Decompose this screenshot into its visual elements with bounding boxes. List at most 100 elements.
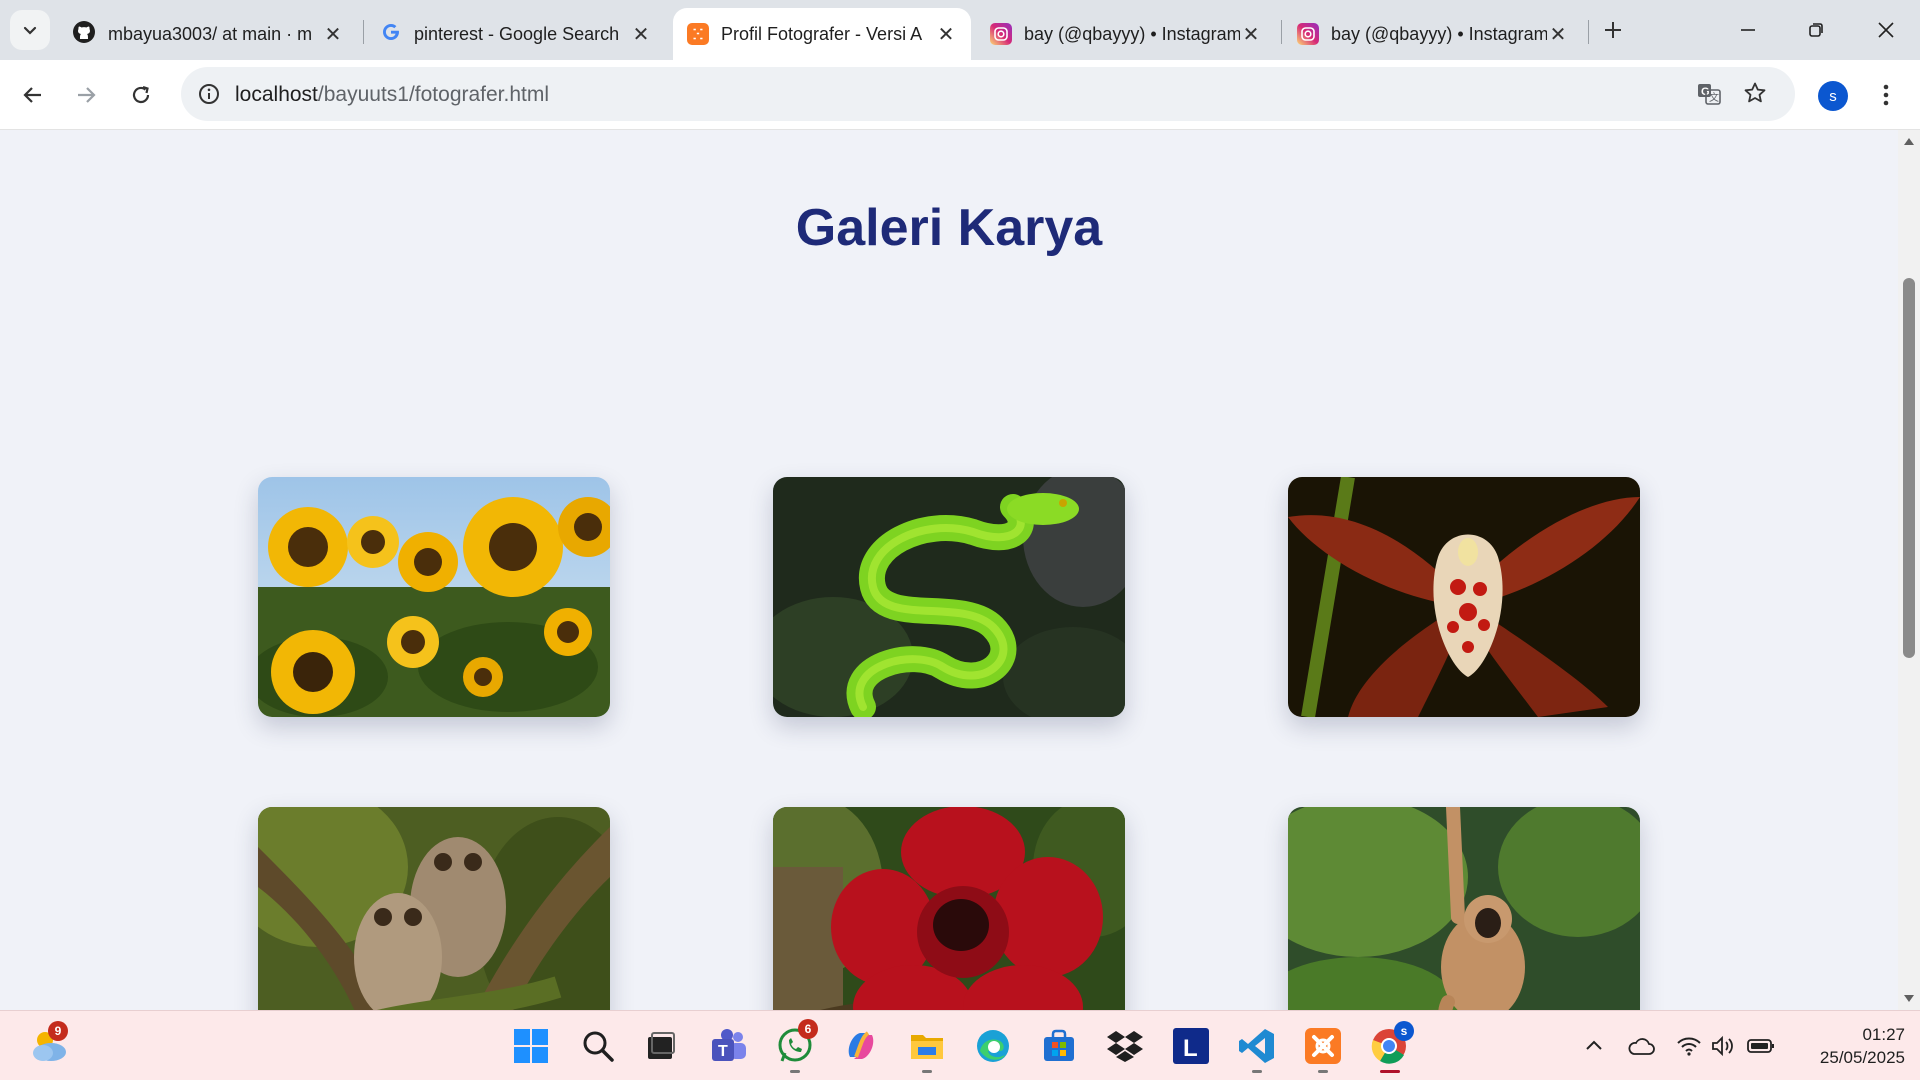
bookmark-star-icon[interactable] xyxy=(1743,81,1767,110)
arrow-left-icon xyxy=(23,87,41,103)
photo-owls[interactable] xyxy=(258,807,610,1010)
letter-l-icon: L xyxy=(1173,1028,1209,1064)
edge-icon xyxy=(977,1030,1009,1062)
back-button[interactable] xyxy=(13,75,53,115)
photo-sunflowers[interactable] xyxy=(258,477,610,717)
notification-badge: 6 xyxy=(798,1019,818,1039)
dropbox-icon xyxy=(1107,1031,1143,1062)
tab-title: bay (@qbayyy) • Instagram xyxy=(1024,23,1240,44)
tab-instagram-1[interactable]: bay (@qbayyy) • Instagram ✕ xyxy=(976,8,1276,60)
address-bar[interactable]: localhost/bayuuts1/fotografer.html G文 xyxy=(181,67,1795,121)
scroll-down-icon[interactable] xyxy=(1903,994,1915,1004)
tab-title: mbayua3003/ at main · m xyxy=(108,23,313,44)
running-indicator xyxy=(922,1070,932,1073)
onedrive-tray[interactable] xyxy=(1620,1025,1662,1067)
translate-icon[interactable]: G文 xyxy=(1696,81,1722,112)
taskbar-clock[interactable]: 01:27 25/05/2025 xyxy=(1790,1023,1905,1069)
running-indicator xyxy=(1318,1070,1328,1073)
show-hidden-icons-button[interactable] xyxy=(1573,1025,1615,1067)
xampp-icon xyxy=(1305,1028,1341,1064)
tab-google[interactable]: pinterest - Google Search ✕ xyxy=(366,8,666,60)
tab-title: Profil Fotografer - Versi A xyxy=(721,23,923,44)
wifi-icon xyxy=(1677,1037,1701,1056)
info-icon[interactable] xyxy=(198,83,220,110)
store-icon xyxy=(1044,1029,1074,1061)
chrome-app[interactable]: s xyxy=(1368,1021,1414,1073)
svg-text:T: T xyxy=(718,1043,728,1060)
close-icon[interactable]: ✕ xyxy=(1240,23,1262,46)
notification-badge: 9 xyxy=(48,1021,68,1041)
photo-rafflesia[interactable] xyxy=(773,807,1125,1010)
dropbox-app[interactable] xyxy=(1104,1025,1146,1067)
tab-divider xyxy=(1281,20,1282,44)
instagram-icon xyxy=(1297,23,1319,45)
reload-button[interactable] xyxy=(121,75,161,115)
volume-tray[interactable] xyxy=(1702,1025,1744,1067)
windows-taskbar: 9 T 6 L s 01:27 25/05/2025 xyxy=(0,1010,1920,1080)
tab-profil-fotografer[interactable]: ⵘ Profil Fotografer - Versi A ✕ xyxy=(673,8,971,60)
photo-gibbon[interactable] xyxy=(1288,807,1640,1010)
task-view-icon xyxy=(648,1032,675,1059)
svg-text:L: L xyxy=(1183,1035,1198,1062)
reload-icon xyxy=(132,85,150,104)
folder-icon xyxy=(911,1035,943,1059)
tab-divider xyxy=(363,20,364,44)
tab-title: pinterest - Google Search xyxy=(414,23,620,44)
close-icon[interactable]: ✕ xyxy=(322,23,344,46)
profile-avatar[interactable]: s xyxy=(1818,81,1848,111)
forward-button[interactable] xyxy=(66,75,106,115)
running-indicator xyxy=(1252,1070,1262,1073)
xampp-app[interactable] xyxy=(1302,1025,1344,1073)
task-view-button[interactable] xyxy=(640,1025,682,1067)
active-indicator xyxy=(1380,1070,1400,1073)
page-viewport: Galeri Karya xyxy=(0,130,1898,1010)
xampp-icon: ⵘ xyxy=(687,23,709,45)
windows-icon xyxy=(514,1029,548,1063)
svg-text:文: 文 xyxy=(1709,91,1719,104)
page-scrollbar[interactable] xyxy=(1898,130,1920,1010)
file-explorer-app[interactable] xyxy=(906,1025,948,1073)
restore-icon xyxy=(1809,23,1823,37)
cloud-icon xyxy=(1628,1038,1655,1055)
clock-date: 25/05/2025 xyxy=(1819,1048,1905,1067)
google-icon xyxy=(380,21,402,48)
restore-button[interactable] xyxy=(1788,8,1844,52)
speaker-icon xyxy=(1712,1035,1733,1057)
launcher-l-app[interactable]: L xyxy=(1170,1025,1212,1067)
teams-icon: T xyxy=(712,1029,746,1061)
tab-search-button[interactable] xyxy=(10,10,50,50)
taskbar-search-button[interactable] xyxy=(577,1025,619,1067)
close-icon[interactable]: ✕ xyxy=(1547,23,1569,46)
minimize-icon xyxy=(1741,29,1755,31)
url-text[interactable]: localhost/bayuuts1/fotografer.html xyxy=(235,83,549,107)
page-title: Galeri Karya xyxy=(795,199,1103,257)
photo-snake[interactable] xyxy=(773,477,1125,717)
arrow-right-icon xyxy=(78,87,96,103)
photo-orchid[interactable] xyxy=(1288,477,1640,717)
close-window-button[interactable] xyxy=(1858,8,1914,52)
scrollbar-thumb[interactable] xyxy=(1903,278,1915,658)
chevron-down-icon xyxy=(23,26,37,35)
microsoft-store-app[interactable] xyxy=(1038,1025,1080,1067)
new-tab-button[interactable] xyxy=(1585,8,1641,52)
weather-widget[interactable]: 9 xyxy=(28,1021,70,1067)
close-icon[interactable]: ✕ xyxy=(630,23,652,46)
teams-app[interactable]: T xyxy=(708,1025,750,1067)
tab-github[interactable]: mbayua3003/ at main · m ✕ xyxy=(58,8,358,60)
scroll-up-icon[interactable] xyxy=(1903,136,1915,146)
battery-tray[interactable] xyxy=(1740,1025,1782,1067)
start-button[interactable] xyxy=(510,1025,552,1067)
whatsapp-app[interactable]: 6 xyxy=(774,1019,818,1073)
menu-button[interactable] xyxy=(1866,75,1906,115)
close-icon[interactable]: ✕ xyxy=(935,23,957,46)
edge-app[interactable] xyxy=(972,1025,1014,1067)
more-vertical-icon xyxy=(1883,84,1889,106)
copilot-app[interactable] xyxy=(840,1025,882,1067)
plus-icon xyxy=(1605,22,1621,38)
url-host: localhost xyxy=(235,83,318,106)
battery-icon xyxy=(1747,1039,1774,1053)
search-icon xyxy=(583,1031,614,1062)
minimize-button[interactable] xyxy=(1720,8,1776,52)
tab-instagram-2[interactable]: bay (@qbayyy) • Instagram ✕ xyxy=(1283,8,1583,60)
vscode-app[interactable] xyxy=(1236,1025,1278,1073)
